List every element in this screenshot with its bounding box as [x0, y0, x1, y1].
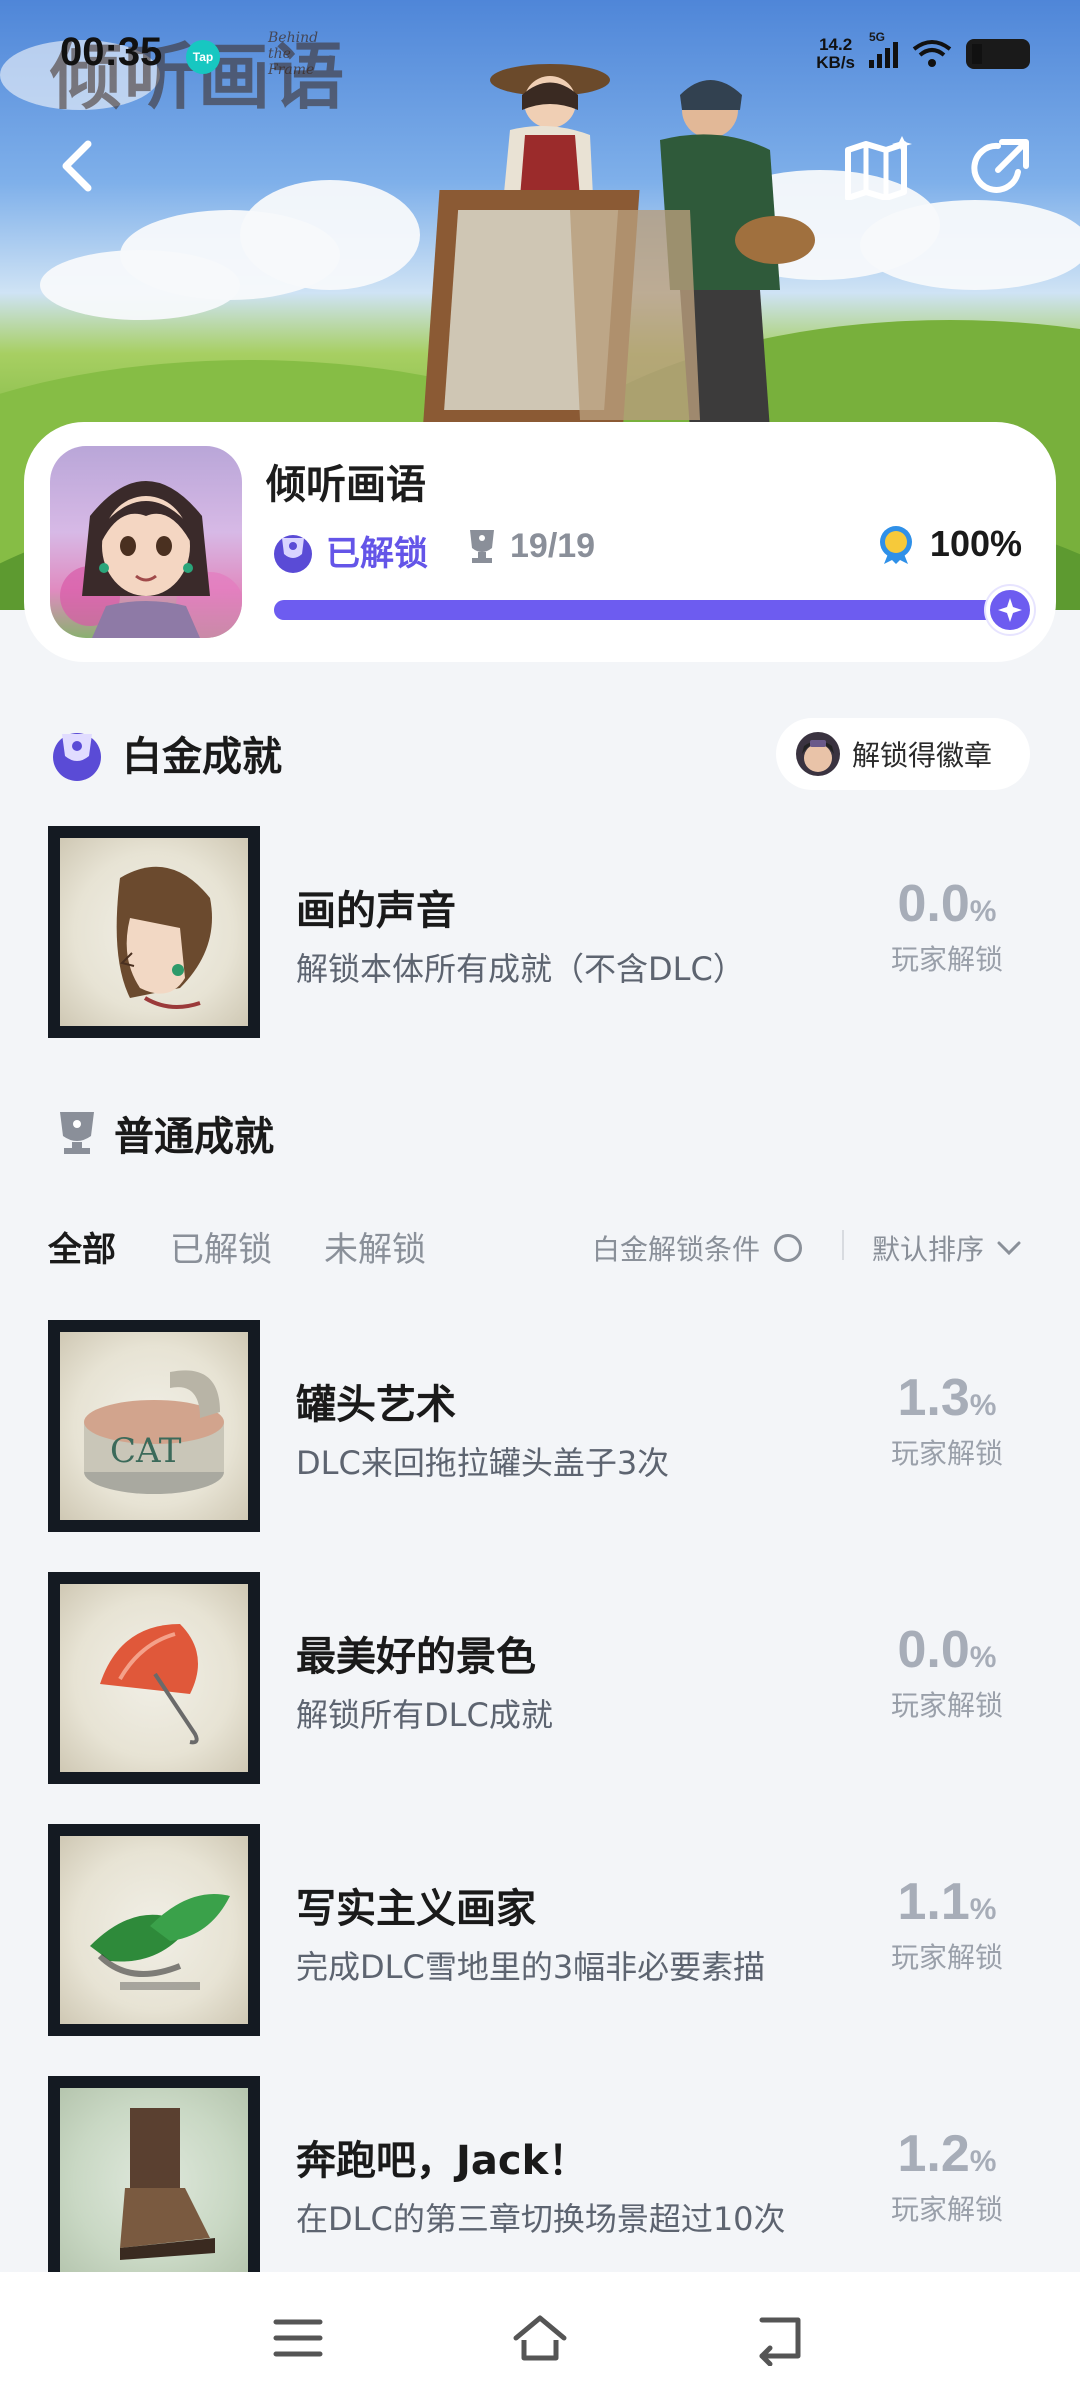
menu-button[interactable]: [270, 2310, 330, 2366]
tab-locked[interactable]: 未解锁: [324, 1222, 426, 1271]
achievement-thumbnail: CAT: [48, 1320, 260, 1532]
unlock-status: 已解锁: [270, 526, 428, 575]
normal-section-header: 普通成就: [56, 1104, 274, 1162]
game-logo-subtitle: Behind the Frame: [268, 30, 319, 78]
hero-illustration: [422, 64, 815, 430]
achievement-item[interactable]: CAT 罐头艺术 DLC来回拖拉罐头盖子3次 1.3% 玩家解锁: [48, 1320, 1032, 1532]
rate-value: 0.0: [897, 875, 970, 933]
wifi-icon: [912, 40, 952, 67]
share-icon: [971, 139, 1029, 193]
menu-icon: [273, 2319, 323, 2357]
game-cover-image: [50, 446, 242, 638]
rate-unit: %: [969, 895, 997, 928]
achievement-item[interactable]: 最美好的景色 解锁所有DLC成就 0.0% 玩家解锁: [48, 1572, 1032, 1784]
platinum-section-title: 白金成就: [122, 734, 282, 780]
trophy-count: 19/19: [464, 526, 595, 566]
tab-all[interactable]: 全部: [48, 1222, 116, 1271]
trophy-count-value: 19/19: [510, 526, 596, 565]
sort-label: 默认排序: [872, 1233, 985, 1266]
platinum-achievement[interactable]: 画的声音 解锁本体所有成就（不含DLC） 0.0% 玩家解锁: [48, 826, 1032, 1038]
achievement-name: 罐头艺术: [296, 1382, 456, 1428]
rate-label: 玩家解锁: [890, 2193, 1003, 2226]
rate-unit: %: [969, 2145, 997, 2178]
achievement-desc: DLC来回拖拉罐头盖子3次: [296, 1444, 670, 1482]
svg-text:CAT: CAT: [110, 1431, 182, 1471]
achievement-thumbnail: [48, 2076, 260, 2288]
chevron-down-icon: [997, 1241, 1021, 1256]
home-icon: [513, 2315, 567, 2361]
system-nav-bar: [0, 2272, 1080, 2400]
achievement-thumbnail: [48, 1824, 260, 2036]
unlock-status-label: 已解锁: [326, 534, 428, 574]
tab-unlocked[interactable]: 已解锁: [170, 1222, 272, 1271]
achievement-rate: 1.2% 玩家解锁: [862, 2124, 1032, 2228]
achievement-item[interactable]: 奔跑吧，Jack！ 在DLC的第三章切换场景超过10次 1.2% 玩家解锁: [48, 2076, 1032, 2288]
completion-percent: 100%: [929, 523, 1022, 564]
map-button[interactable]: [842, 136, 914, 201]
return-icon: [759, 2317, 801, 2367]
battery-icon: [966, 39, 1030, 69]
achievement-desc: 完成DLC雪地里的3幅非必要素描: [296, 1948, 766, 1986]
achievement-desc: 解锁所有DLC成就: [296, 1696, 553, 1734]
badge-avatar: [796, 732, 840, 776]
tap-badge: Tap: [186, 40, 220, 74]
rate-value: 1.3: [897, 1369, 970, 1427]
status-time: 00:35: [60, 30, 163, 74]
rate-value: 1.2: [897, 2125, 970, 2183]
achievement-thumbnail: [48, 826, 260, 1038]
achievement-thumbnail: [48, 1572, 260, 1784]
rate-label: 玩家解锁: [890, 943, 1003, 976]
platinum-section-header: 白金成就: [48, 724, 282, 782]
filter-bar: 全部 已解锁 未解锁 白金解锁条件 默认排序: [48, 1218, 1032, 1278]
signal-icon: 5G: [869, 30, 898, 68]
medal-icon: [879, 526, 912, 564]
sort-dropdown[interactable]: 默认排序: [872, 1228, 1022, 1268]
achievement-item[interactable]: 写实主义画家 完成DLC雪地里的3幅非必要素描 1.1% 玩家解锁: [48, 1824, 1032, 2036]
achievement-rate: 0.0% 玩家解锁: [862, 1620, 1032, 1724]
achievement-rate: 0.0% 玩家解锁: [862, 874, 1032, 978]
back-button[interactable]: [50, 136, 110, 196]
game-title: 倾听画语: [266, 462, 426, 508]
rate-value: 0.0: [897, 1621, 970, 1679]
achievement-name: 最美好的景色: [296, 1634, 536, 1680]
platinum-condition-label: 白金解锁条件: [592, 1233, 761, 1266]
completion: 100%: [874, 522, 1022, 566]
achievement-name: 写实主义画家: [296, 1886, 536, 1932]
divider: [842, 1230, 844, 1260]
unlock-badge-label: 解锁得徽章: [852, 739, 993, 772]
sparkle-icon: [998, 598, 1022, 622]
achievement-desc: 解锁本体所有成就（不含DLC）: [296, 950, 745, 988]
platinum-trophy-icon: [53, 733, 101, 781]
rate-unit: %: [969, 1641, 997, 1674]
achievement-name: 奔跑吧，Jack！: [296, 2138, 589, 2184]
rate-label: 玩家解锁: [890, 1437, 1003, 1470]
network-type: 5G: [869, 30, 886, 44]
home-button[interactable]: [510, 2310, 570, 2366]
progress-knob: [986, 586, 1034, 634]
rate-unit: %: [969, 1389, 997, 1422]
normal-section-title: 普通成就: [114, 1114, 274, 1160]
achievement-name: 画的声音: [296, 888, 456, 934]
platinum-condition-toggle[interactable]: 白金解锁条件: [592, 1228, 803, 1268]
achievement-rate: 1.3% 玩家解锁: [862, 1368, 1032, 1472]
rate-value: 1.1: [897, 1873, 970, 1931]
game-summary-card[interactable]: 倾听画语 已解锁 19/19 100%: [24, 422, 1056, 662]
rate-label: 玩家解锁: [890, 1941, 1003, 1974]
network-speed: 14.2 KB/s: [816, 35, 855, 72]
unlock-badge-button[interactable]: 解锁得徽章: [776, 718, 1030, 790]
rate-label: 玩家解锁: [890, 1689, 1003, 1722]
achievement-desc: 在DLC的第三章切换场景超过10次: [296, 2200, 786, 2238]
achievement-rate: 1.1% 玩家解锁: [862, 1872, 1032, 1976]
progress-fill: [274, 600, 1016, 620]
back-arrow-icon: [62, 140, 92, 192]
map-sparkle-icon: [845, 136, 912, 201]
progress-bar: [274, 586, 1034, 634]
return-button[interactable]: [750, 2310, 810, 2367]
trophy-icon: [60, 1112, 94, 1154]
radio-icon: [774, 1234, 803, 1262]
platinum-trophy-icon: [274, 534, 312, 573]
trophy-icon: [470, 530, 494, 563]
rate-unit: %: [969, 1893, 997, 1926]
share-button[interactable]: [968, 136, 1032, 200]
